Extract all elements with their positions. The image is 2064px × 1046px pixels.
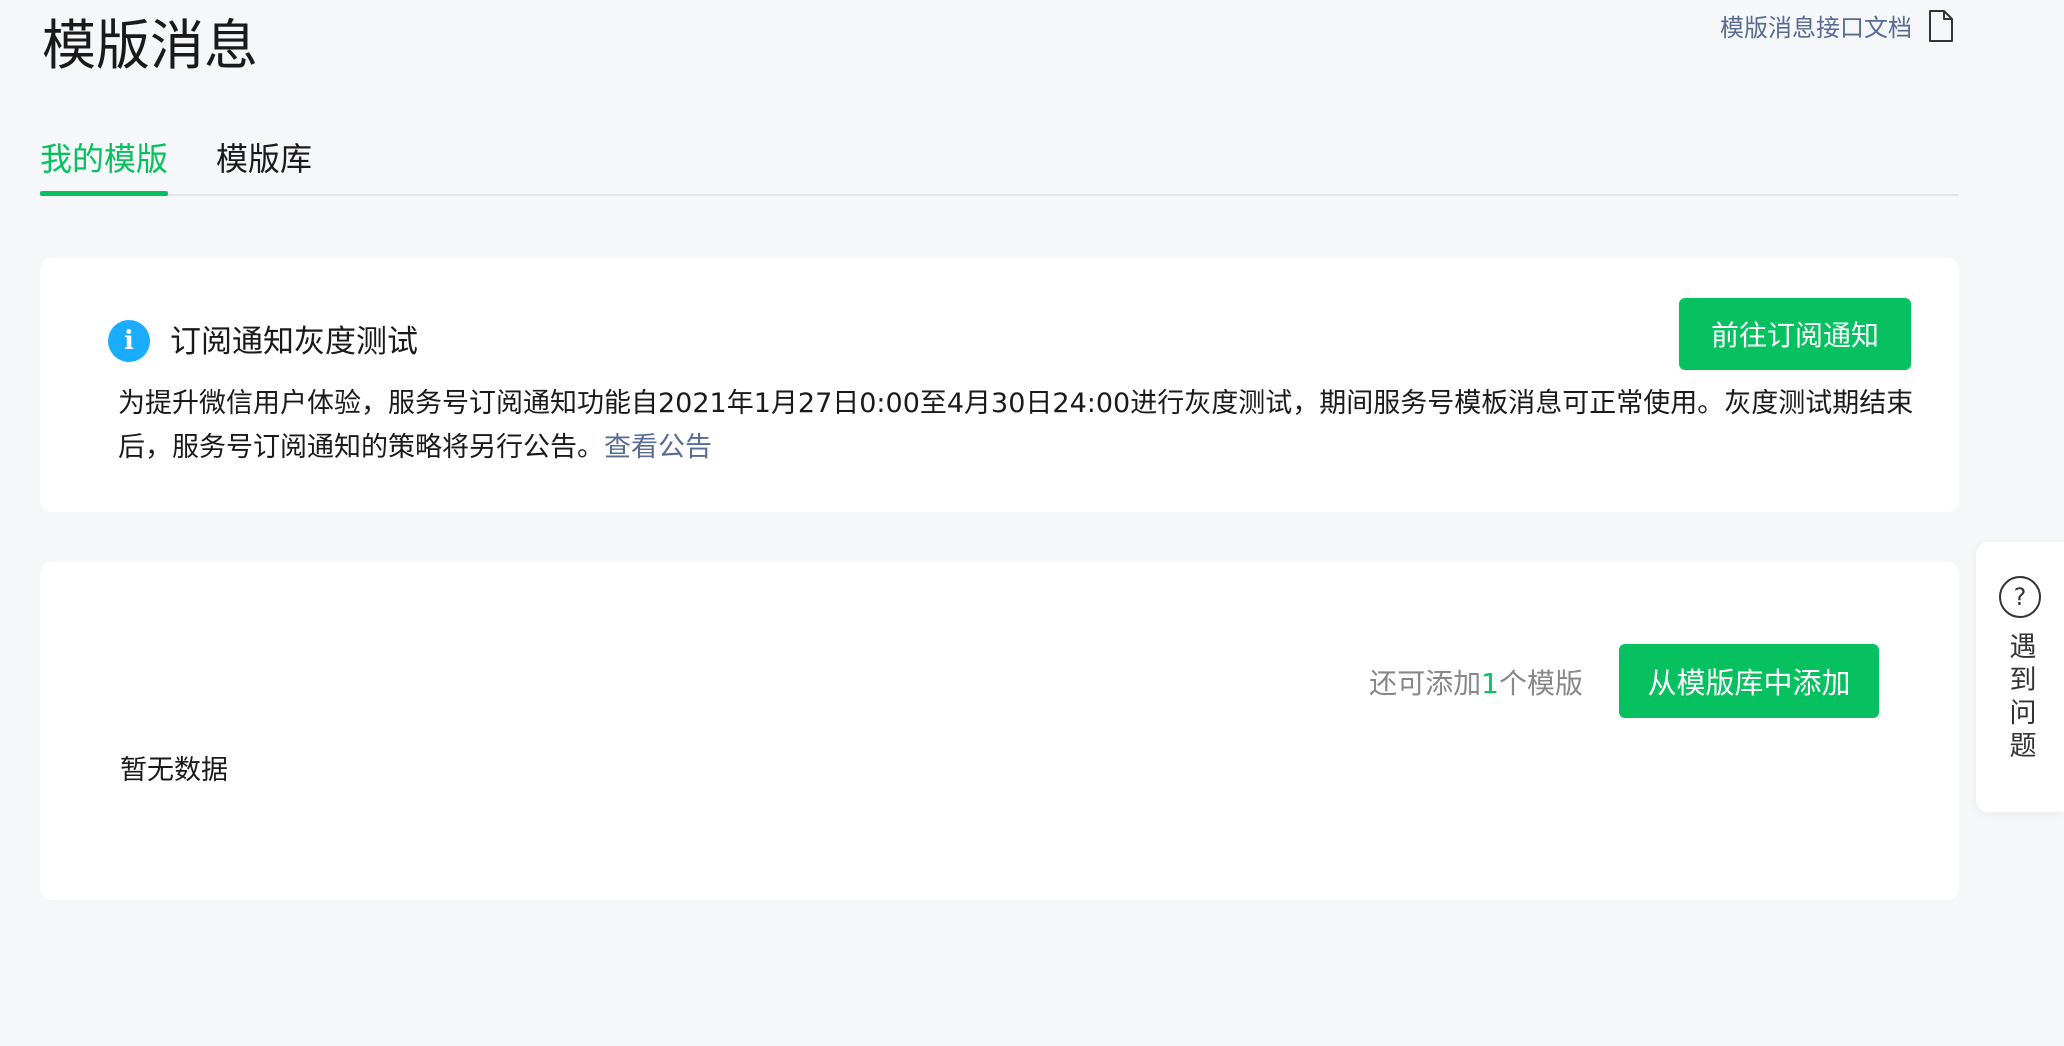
- tab-my-templates[interactable]: 我的模版: [40, 130, 169, 196]
- info-icon: i: [108, 320, 150, 362]
- add-from-library-button[interactable]: 从模版库中添加: [1619, 644, 1879, 718]
- template-list-card: 还可添加1个模版 从模版库中添加 暂无数据: [40, 562, 1959, 900]
- quota-suffix: 个模版: [1498, 667, 1583, 700]
- notice-card: i 订阅通知灰度测试 为提升微信用户体验，服务号订阅通知功能自2021年1月27…: [40, 258, 1959, 512]
- quota-count: 1: [1481, 667, 1499, 700]
- notice-title: 订阅通知灰度测试: [170, 323, 418, 360]
- doc-link[interactable]: 模版消息接口文档: [1720, 8, 1954, 43]
- notice-text: 为提升微信用户体验，服务号订阅通知功能自2021年1月27日0:00至4月30日…: [118, 388, 1914, 463]
- quota-prefix: 还可添加: [1369, 667, 1482, 700]
- question-icon: ?: [1999, 576, 2041, 618]
- tab-template-library[interactable]: 模版库: [216, 130, 312, 194]
- template-quota: 还可添加1个模版: [1369, 662, 1583, 702]
- document-icon: [1928, 9, 1954, 43]
- page-title: 模版消息: [42, 14, 258, 77]
- doc-link-label: 模版消息接口文档: [1720, 14, 1912, 42]
- empty-state: 暂无数据: [120, 755, 228, 786]
- page: 模版消息 模版消息接口文档 我的模版 模版库 i 订阅通知灰度测试 为提升微信用…: [0, 0, 2064, 1046]
- notice-header: i 订阅通知灰度测试: [108, 314, 418, 362]
- notice-body: 为提升微信用户体验，服务号订阅通知功能自2021年1月27日0:00至4月30日…: [118, 382, 1948, 470]
- help-float-button[interactable]: ? 遇到问题: [1976, 542, 2064, 812]
- tab-bar: 我的模版 模版库: [40, 130, 1959, 196]
- help-label: 遇到问题: [2004, 632, 2036, 764]
- view-announcement-link[interactable]: 查看公告: [604, 432, 712, 463]
- goto-subscription-button[interactable]: 前往订阅通知: [1679, 298, 1911, 370]
